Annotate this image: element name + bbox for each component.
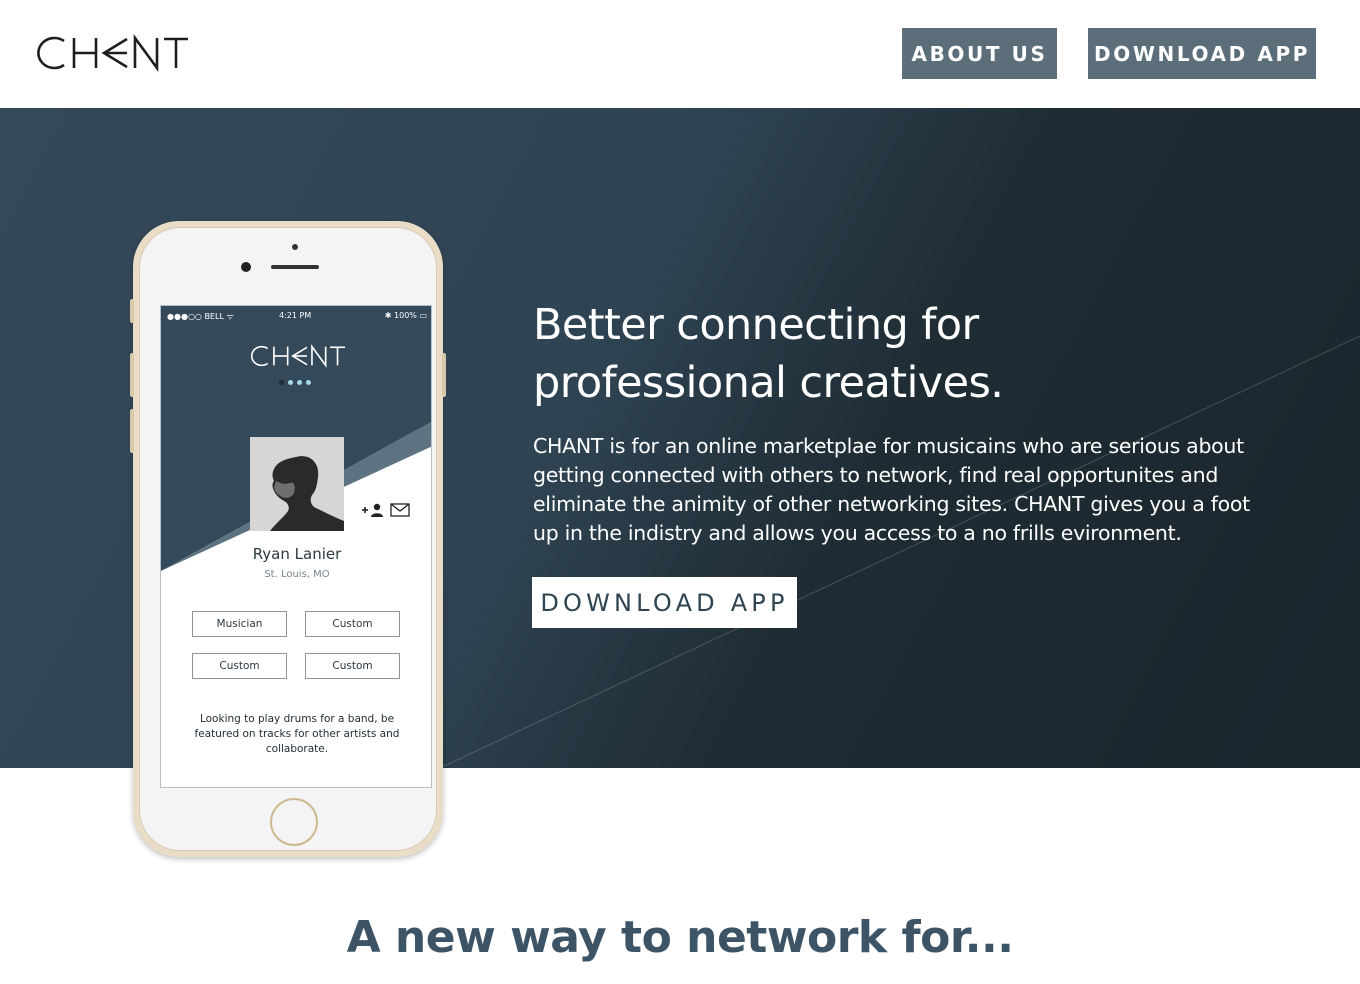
phone-bezel: ●●●○○ BELL ᯤ 4:21 PM ✱ 100% ▭ Ryan Lanie… [139,227,437,851]
section-title: A new way to network for... [346,912,1014,963]
profile-tag[interactable]: Musician [192,611,287,637]
hero-headline: Better connecting for professional creat… [533,296,1133,412]
top-nav: ABOUT US DOWNLOAD APP [0,0,1360,108]
page-dot[interactable] [306,380,311,385]
profile-tag[interactable]: Custom [305,611,400,637]
profile-bio: Looking to play drums for a band, be fea… [194,713,400,755]
add-friend-icon[interactable] [361,503,385,517]
phone-side-button [130,299,134,323]
page-dot[interactable] [288,380,293,385]
phone-screen: ●●●○○ BELL ᯤ 4:21 PM ✱ 100% ▭ Ryan Lanie… [160,305,432,788]
phone-mockup: ●●●○○ BELL ᯤ 4:21 PM ✱ 100% ▭ Ryan Lanie… [130,221,446,857]
profile-location: St. Louis, MO [264,569,330,580]
headline-line-1: Better connecting for [533,300,979,350]
chant-logo[interactable] [34,34,188,72]
phone-volume-up [130,353,134,397]
phone-volume-down [130,409,134,453]
phone-sensor [292,244,298,250]
profile-tag[interactable]: Custom [305,653,400,679]
about-us-button[interactable]: ABOUT US [902,28,1057,79]
profile-photo [250,437,344,531]
page-dot[interactable] [297,380,302,385]
phone-status-bar: ●●●○○ BELL ᯤ 4:21 PM ✱ 100% ▭ [161,309,431,323]
phone-home-button [270,798,318,846]
page-indicator[interactable] [279,380,311,386]
app-logo [249,344,345,368]
download-app-nav-button[interactable]: DOWNLOAD APP [1088,28,1316,79]
profile-tag[interactable]: Custom [192,653,287,679]
download-app-hero-button[interactable]: DOWNLOAD APP [532,577,797,628]
status-time: 4:21 PM [279,311,312,320]
mail-icon[interactable] [390,503,410,517]
app-logo-mark [251,344,345,368]
status-carrier: ●●●○○ BELL ᯤ [167,312,234,321]
phone-speaker [271,265,319,269]
chant-logo-mark [37,34,188,72]
hero-description: CHANT is for an online marketplae for mu… [533,434,1250,545]
profile-name: Ryan Lanier [252,545,342,563]
status-battery: ✱ 100% ▭ [384,311,427,320]
phone-camera [241,262,251,272]
profile-avatar [250,437,344,531]
headline-line-2: professional creatives. [533,358,1004,408]
page-dot-active[interactable] [279,380,284,385]
phone-power-button [442,353,446,397]
